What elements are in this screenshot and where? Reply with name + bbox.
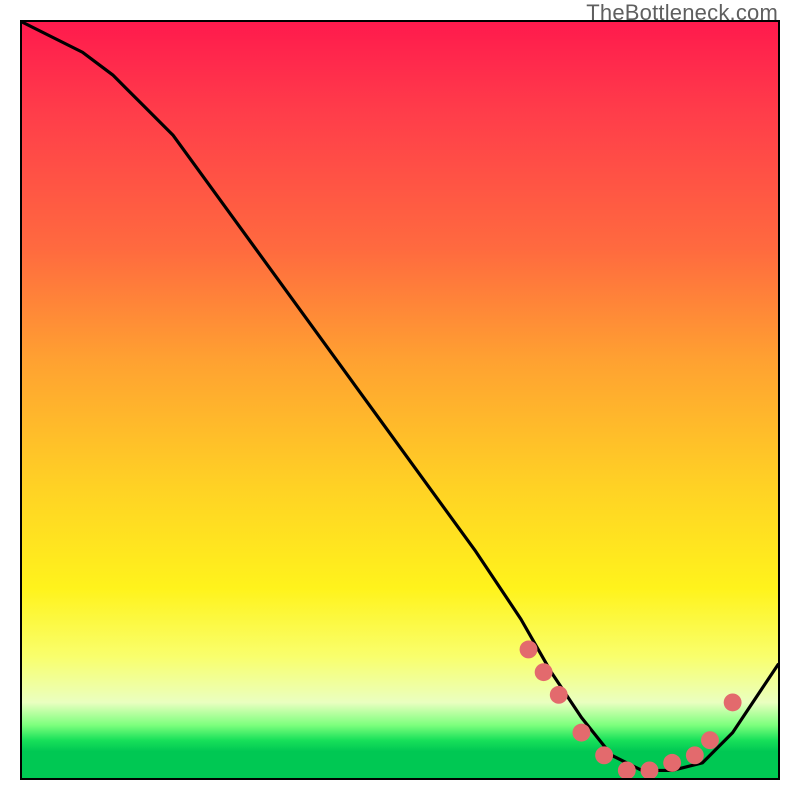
gradient-background [22, 22, 778, 778]
chart-stage: TheBottleneck.com [0, 0, 800, 800]
plot-area [20, 20, 780, 780]
